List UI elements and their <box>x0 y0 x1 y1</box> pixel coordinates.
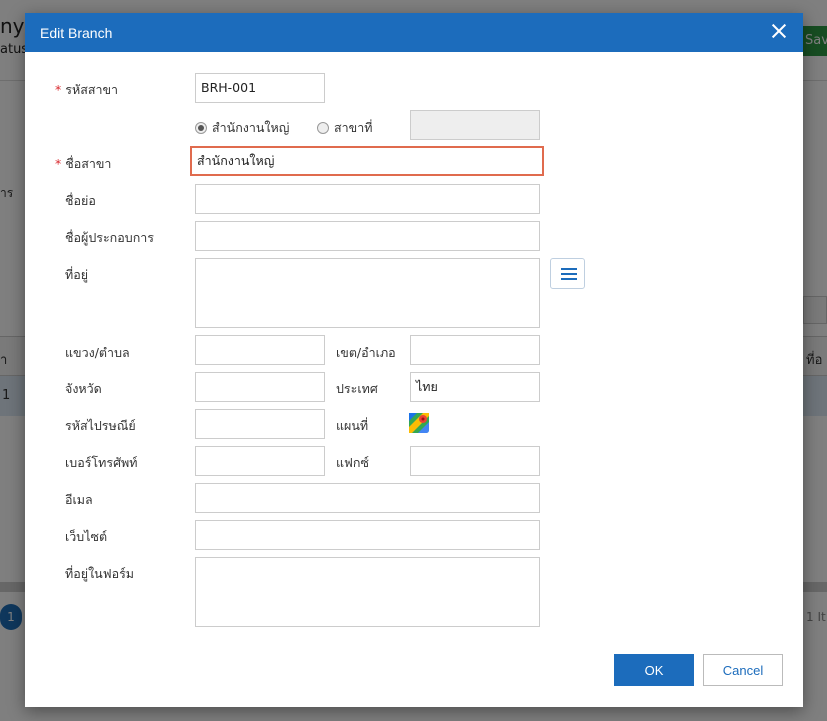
form-address-label: ที่อยู่ในฟอร์ม <box>65 566 135 581</box>
subdistrict-input[interactable] <box>195 335 325 365</box>
google-maps-icon[interactable] <box>409 413 429 433</box>
address-textarea[interactable] <box>195 258 540 328</box>
website-input[interactable] <box>195 520 540 550</box>
branch-code-input[interactable]: BRH-001 <box>195 73 325 103</box>
postcode-input[interactable] <box>195 409 325 439</box>
address-list-button[interactable] <box>550 258 585 289</box>
province-input[interactable] <box>195 372 325 402</box>
branch-code-label: * รหัสสาขา <box>55 80 118 100</box>
district-input[interactable] <box>410 335 540 365</box>
branch-name-label: * ชื่อสาขา <box>55 154 111 174</box>
required-marker: * <box>55 82 62 97</box>
province-label: จังหวัด <box>65 381 102 396</box>
postcode-label: รหัสไปรษณีย์ <box>65 418 136 433</box>
country-input[interactable]: ไทย <box>410 372 540 402</box>
address-label: ที่อยู่ <box>65 267 89 282</box>
website-label: เว็บไซต์ <box>65 529 108 544</box>
phone-label: เบอร์โทรศัพท์ <box>65 455 138 470</box>
dialog-title: Edit Branch <box>40 25 113 41</box>
operator-name-label: ชื่อผู้ประกอบการ <box>65 230 154 245</box>
map-label: แผนที่ <box>336 418 369 433</box>
subdistrict-label: แขวง/ตำบล <box>65 345 130 360</box>
email-input[interactable] <box>195 483 540 513</box>
branch-name-input[interactable]: สำนักงานใหญ่ <box>190 146 544 176</box>
form-address-textarea[interactable] <box>195 557 540 627</box>
branch-name-label-text: ชื่อสาขา <box>65 156 112 171</box>
required-marker: * <box>55 156 62 171</box>
fax-label: แฟกซ์ <box>336 455 369 470</box>
branch-number-input <box>410 110 540 140</box>
short-name-label: ชื่อย่อ <box>65 193 96 208</box>
district-label: เขต/อำเภอ <box>336 345 396 360</box>
radio-branch-no-label: สาขาที่ <box>334 120 373 135</box>
dialog-header: Edit Branch <box>25 13 803 52</box>
radio-head-office-label: สำนักงานใหญ่ <box>212 120 290 135</box>
radio-branch-no[interactable]: สาขาที่ <box>317 118 372 138</box>
country-label: ประเทศ <box>336 381 378 396</box>
cancel-button[interactable]: Cancel <box>703 654 783 686</box>
fax-input[interactable] <box>410 446 540 476</box>
operator-name-input[interactable] <box>195 221 540 251</box>
ok-button[interactable]: OK <box>614 654 694 686</box>
close-icon[interactable] <box>771 23 787 39</box>
short-name-input[interactable] <box>195 184 540 214</box>
edit-branch-dialog: Edit Branch * รหัสสาขา BRH-001 สำนักงานให… <box>25 13 803 707</box>
email-label: อีเมล <box>65 492 93 507</box>
radio-selected-icon <box>195 122 207 134</box>
branch-code-label-text: รหัสสาขา <box>65 82 119 97</box>
radio-head-office[interactable]: สำนักงานใหญ่ <box>195 118 289 138</box>
radio-unselected-icon <box>317 122 329 134</box>
phone-input[interactable] <box>195 446 325 476</box>
